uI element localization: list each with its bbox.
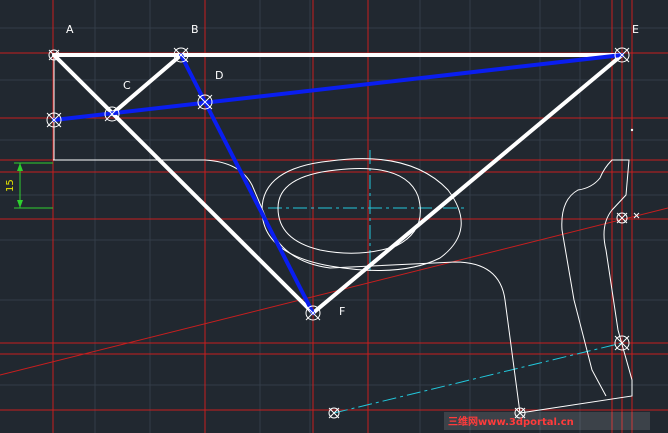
cad-drawing-canvas[interactable]: 15 A B C D E F 三维网www.3dportal.cn: [0, 0, 668, 433]
point-label-e: E: [632, 23, 639, 36]
dimension-value: 15: [5, 179, 16, 192]
point-label-a: A: [66, 23, 74, 36]
stray-point: [630, 128, 634, 132]
canvas-background: [0, 0, 668, 433]
point-label-c: C: [123, 79, 131, 92]
point-label-d: D: [215, 69, 223, 82]
point-label-f: F: [339, 305, 345, 318]
watermark: 三维网www.3dportal.cn: [448, 415, 574, 428]
point-label-b: B: [191, 23, 199, 36]
